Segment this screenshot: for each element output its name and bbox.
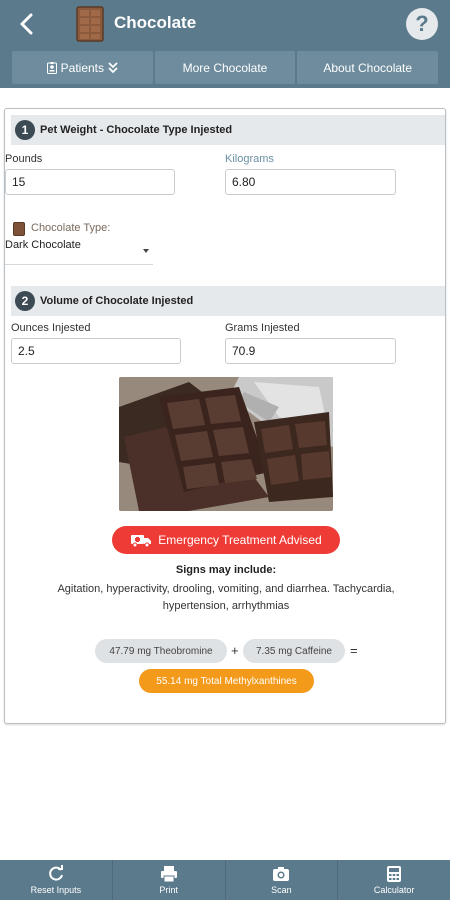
tab-about-chocolate[interactable]: About Chocolate	[297, 51, 439, 84]
chocolate-type-select[interactable]: Dark Chocolate	[5, 237, 153, 265]
grams-input[interactable]	[225, 338, 396, 364]
chocolate-type-icon	[13, 222, 25, 236]
chocolate-type-label: Chocolate Type:	[31, 222, 111, 234]
signs-title: Signs may include:	[175, 564, 277, 576]
camera-icon	[273, 867, 290, 881]
print-label: Print	[159, 885, 178, 895]
tab-label: More Chocolate	[182, 60, 268, 75]
chocolate-type-value: Dark Chocolate	[5, 239, 81, 251]
help-button[interactable]: ?	[406, 8, 438, 40]
kilograms-input[interactable]	[225, 169, 396, 195]
chevron-left-icon[interactable]	[12, 10, 42, 38]
calculator-label: Calculator	[373, 885, 415, 895]
question-mark-icon: ?	[415, 11, 429, 36]
ounces-label: Ounces Injested	[11, 322, 91, 334]
id-badge-icon	[46, 61, 57, 74]
plus-operator: +	[231, 643, 239, 658]
pounds-input[interactable]	[5, 169, 175, 195]
equals-operator: =	[350, 643, 358, 658]
tab-label: About Chocolate	[323, 60, 413, 75]
emergency-alert-badge: Emergency Treatment Advised	[112, 526, 340, 554]
tab-label: Patients	[60, 60, 105, 75]
printer-icon	[160, 866, 177, 883]
kilograms-label: Kilograms	[225, 153, 274, 165]
emergency-alert-label: Emergency Treatment Advised	[158, 533, 322, 547]
chocolate-photo	[119, 377, 333, 511]
reset-inputs-button[interactable]: Reset Inputs	[0, 860, 113, 900]
section-header-pet-weight: 1 Pet Weight - Chocolate Type Injested	[11, 115, 445, 145]
signs-text: Agitation, hyperactivity, drooling, vomi…	[57, 583, 395, 612]
section-title: Volume of Chocolate Injested	[40, 295, 194, 307]
page-title: Chocolate	[114, 13, 197, 32]
grams-label: Grams Injested	[225, 322, 300, 334]
step-number-badge: 1	[15, 120, 35, 140]
app-bar: Chocolate ?	[0, 0, 450, 48]
total-methylxanthines-pill: 55.14 mg Total Methylxanthines	[139, 669, 314, 693]
ounces-input[interactable]	[11, 338, 181, 364]
double-chevron-down-icon	[108, 61, 118, 73]
scan-button[interactable]: Scan	[226, 860, 339, 900]
calculator-card: 1 Pet Weight - Chocolate Type Injested P…	[4, 108, 446, 724]
scan-label: Scan	[271, 885, 292, 895]
step-number-badge: 2	[15, 291, 35, 311]
refresh-icon	[49, 865, 63, 881]
calculator-icon	[387, 866, 402, 882]
ambulance-icon	[131, 535, 152, 548]
tab-bar: Patients More Chocolate About Chocolate	[0, 48, 450, 88]
tab-more-chocolate[interactable]: More Chocolate	[154, 51, 296, 84]
pounds-label: Pounds	[5, 153, 43, 165]
calculator-button[interactable]: Calculator	[338, 860, 450, 900]
print-button[interactable]: Print	[113, 860, 226, 900]
chocolate-bar-icon	[76, 6, 104, 42]
tab-patients[interactable]: Patients	[12, 51, 153, 84]
section-title: Pet Weight - Chocolate Type Injested	[40, 124, 233, 136]
reset-inputs-label: Reset Inputs	[30, 885, 82, 895]
section-header-volume: 2 Volume of Chocolate Injested	[11, 286, 445, 316]
theobromine-pill: 47.79 mg Theobromine	[95, 639, 227, 663]
caffeine-pill: 7.35 mg Caffeine	[243, 639, 345, 663]
caret-down-icon	[143, 249, 149, 253]
bottom-toolbar: Reset Inputs Print Scan Calculator	[0, 860, 450, 900]
